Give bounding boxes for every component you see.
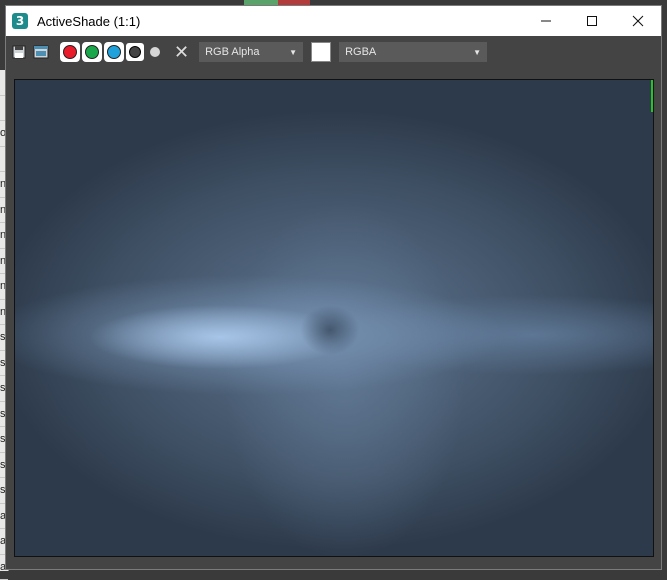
save-icon — [12, 45, 26, 59]
minimize-button[interactable] — [523, 6, 569, 36]
clone-window-icon — [33, 45, 49, 59]
render-progress-indicator — [651, 80, 653, 112]
display-dropdown-value: RGBA — [345, 46, 376, 58]
display-dropdown[interactable]: RGBA ▼ — [339, 42, 487, 62]
red-channel-toggle[interactable] — [60, 42, 80, 62]
maximize-icon — [586, 15, 598, 27]
blue-channel-toggle[interactable] — [104, 42, 124, 62]
chevron-down-icon: ▼ — [289, 48, 297, 57]
close-icon — [632, 15, 644, 27]
green-channel-icon — [85, 45, 99, 59]
app-logo-icon: 3 — [12, 13, 28, 29]
blue-channel-icon — [107, 45, 121, 59]
save-image-button[interactable] — [10, 43, 28, 61]
red-channel-icon — [63, 45, 77, 59]
alpha-channel-icon[interactable] — [150, 47, 160, 57]
title-bar[interactable]: 3 ActiveShade (1:1) — [6, 6, 661, 36]
monochrome-toggle[interactable] — [126, 43, 144, 61]
close-button[interactable] — [615, 6, 661, 36]
green-channel-toggle[interactable] — [82, 42, 102, 62]
render-viewport[interactable] — [14, 79, 654, 557]
chevron-down-icon: ▼ — [473, 48, 481, 57]
minimize-icon — [540, 15, 552, 27]
toolbar: ✕ RGB Alpha ▼ RGBA ▼ — [6, 36, 661, 68]
color-swatch[interactable] — [311, 42, 331, 62]
maximize-button[interactable] — [569, 6, 615, 36]
activeshade-window: 3 ActiveShade (1:1) — [5, 5, 662, 570]
render-center-shadow — [300, 305, 360, 355]
window-title: ActiveShade (1:1) — [37, 14, 523, 29]
channel-dropdown-value: RGB Alpha — [205, 46, 259, 58]
channel-dropdown[interactable]: RGB Alpha ▼ — [199, 42, 303, 62]
monochrome-icon — [129, 46, 141, 58]
clone-window-button[interactable] — [32, 43, 50, 61]
clear-button[interactable]: ✕ — [174, 42, 189, 63]
